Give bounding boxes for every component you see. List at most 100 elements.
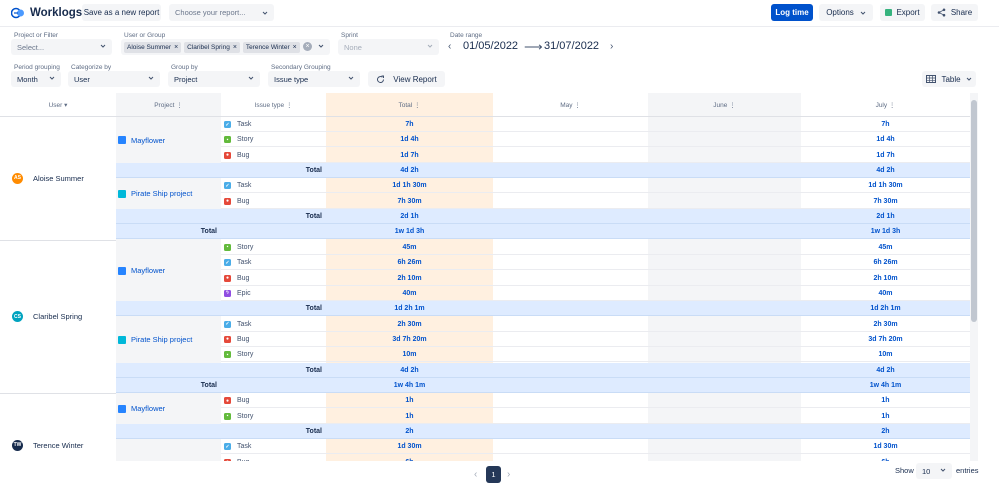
july-value[interactable]: 6h 26m (801, 255, 970, 270)
page-number-button[interactable]: 1 (486, 466, 501, 483)
date-next-icon[interactable]: › (610, 41, 613, 52)
july-value[interactable]: 6h (801, 455, 970, 461)
avatar: AS (12, 172, 23, 184)
july-value[interactable]: 1h (801, 393, 970, 408)
story-icon: ▪ (224, 243, 231, 251)
project-link[interactable]: Pirate Ship project (118, 188, 192, 200)
july-value[interactable]: 40m (801, 286, 970, 301)
july-value[interactable]: 1h (801, 409, 970, 424)
task-icon: ✓ (224, 443, 231, 451)
options-button[interactable]: Options (819, 4, 873, 21)
july-value[interactable]: 1d 30m (801, 439, 970, 454)
july-value[interactable]: 1d 4h (801, 132, 970, 147)
column-header-project[interactable]: Project ⋮ (116, 93, 221, 117)
date-prev-icon[interactable]: ‹ (448, 41, 451, 52)
log-time-button[interactable]: Log time (771, 4, 813, 21)
issue-type-label: Story (237, 136, 254, 144)
july-value[interactable]: 2h 30m (801, 317, 970, 332)
user-cell[interactable]: CS Claribel Spring (12, 311, 82, 323)
sprint-value: None (344, 42, 362, 52)
sprint-select[interactable]: None (338, 39, 439, 55)
export-button[interactable]: Export (880, 4, 925, 21)
total-value[interactable]: 1d 4h (326, 132, 493, 147)
column-header-june[interactable]: June ⋮ (648, 93, 801, 117)
group-by-select[interactable]: Project (168, 71, 260, 87)
total-value[interactable]: 2h 30m (326, 317, 493, 332)
user-cell[interactable]: AS Aloise Summer (12, 172, 84, 184)
remove-icon[interactable]: × (233, 44, 237, 51)
project-name[interactable]: Pirate Ship project (131, 189, 192, 198)
date-from-input[interactable]: 01/05/2022 (463, 40, 518, 52)
chevron-down-icon (148, 76, 154, 80)
issue-type-cell: ▪ Story (224, 240, 253, 255)
remove-icon[interactable]: × (293, 44, 297, 51)
column-header-user[interactable]: User ▾ (0, 93, 116, 117)
user-total-value: 1w 4h 1m (393, 381, 426, 389)
save-report-button[interactable]: Save as a new report (82, 4, 161, 21)
bug-icon: ● (224, 197, 231, 205)
column-header-total[interactable]: Total ⋮ (326, 93, 493, 117)
clear-icon[interactable]: × (303, 42, 312, 51)
july-value[interactable]: 7h 30m (801, 194, 970, 209)
total-value[interactable]: 3d 7h 20m (326, 332, 493, 347)
july-value[interactable]: 10m (801, 347, 970, 362)
chevron-down-icon (318, 44, 324, 48)
total-value[interactable]: 1d 7h (326, 148, 493, 163)
project-total-value: 1d 2h 1m (394, 305, 425, 313)
total-value[interactable]: 1d 30m (326, 439, 493, 454)
project-total-july: 1d 2h 1m (870, 305, 901, 313)
secondary-grouping-select[interactable]: Issue type (268, 71, 360, 87)
july-value[interactable]: 7h (801, 117, 970, 132)
total-value[interactable]: 40m (326, 286, 493, 301)
total-value[interactable]: 45m (326, 240, 493, 255)
view-report-button[interactable]: View Report (368, 71, 445, 87)
total-value[interactable]: 1h (326, 393, 493, 408)
july-value[interactable]: 2h 10m (801, 271, 970, 286)
share-button[interactable]: Share (931, 4, 978, 21)
july-value[interactable]: 1d 7h (801, 148, 970, 163)
scrollbar-thumb[interactable] (971, 100, 977, 322)
user-chip: Aloise Summer × (124, 41, 182, 53)
project-link[interactable]: Mayflower (118, 134, 165, 146)
user-filter-select[interactable]: Aloise Summer × Claribel Spring × Terence … (121, 39, 330, 55)
date-to-input[interactable]: 31/07/2022 (544, 40, 599, 52)
report-select[interactable]: Choose your report... (169, 4, 274, 21)
total-value[interactable]: 2h 10m (326, 271, 493, 286)
total-value[interactable]: 6h (326, 455, 493, 461)
column-header-july[interactable]: July ⋮ (801, 93, 970, 117)
prev-page-icon[interactable]: ‹ (474, 469, 477, 480)
project-name[interactable]: Pirate Ship project (131, 335, 192, 344)
user-cell[interactable]: TW Terence Winter (12, 439, 83, 451)
total-value[interactable]: 1d 1h 30m (326, 178, 493, 193)
project-name[interactable]: Mayflower (131, 136, 165, 145)
issue-type-cell: ● Bug (224, 271, 249, 286)
project-filter-select[interactable]: Select... (11, 39, 112, 55)
project-link[interactable]: Mayflower (118, 265, 165, 277)
july-value[interactable]: 1d 1h 30m (801, 178, 970, 193)
july-value[interactable]: 45m (801, 240, 970, 255)
total-value[interactable]: 6h 26m (326, 255, 493, 270)
july-value[interactable]: 3d 7h 20m (801, 332, 970, 347)
chevron-down-icon (262, 11, 268, 15)
page-size-select[interactable]: 10 (916, 463, 952, 479)
remove-icon[interactable]: × (174, 44, 178, 51)
column-header-issue-type[interactable]: Issue type ⋮ (221, 93, 326, 117)
total-value[interactable]: 7h (326, 117, 493, 132)
period-grouping-select[interactable]: Month (11, 71, 61, 87)
project-ship-icon (118, 404, 126, 413)
next-page-icon[interactable]: › (507, 469, 510, 480)
project-link[interactable]: Mayflower (118, 403, 165, 415)
total-value[interactable]: 10m (326, 347, 493, 362)
categorize-select[interactable]: User (68, 71, 160, 87)
avatar: CS (12, 311, 23, 323)
project-link[interactable]: Pirate Ship project (118, 334, 192, 346)
total-value[interactable]: 7h 30m (326, 194, 493, 209)
total-value[interactable]: 1h (326, 409, 493, 424)
project-name[interactable]: Mayflower (131, 404, 165, 413)
issue-type-label: Task (237, 320, 252, 328)
user-chip-label: Aloise Summer (127, 43, 172, 51)
project-name[interactable]: Mayflower (131, 266, 165, 275)
column-header-may[interactable]: May ⋮ (493, 93, 648, 117)
table-view-button[interactable]: Table (922, 71, 976, 87)
issue-type-cell: ▪ Story (224, 347, 253, 362)
